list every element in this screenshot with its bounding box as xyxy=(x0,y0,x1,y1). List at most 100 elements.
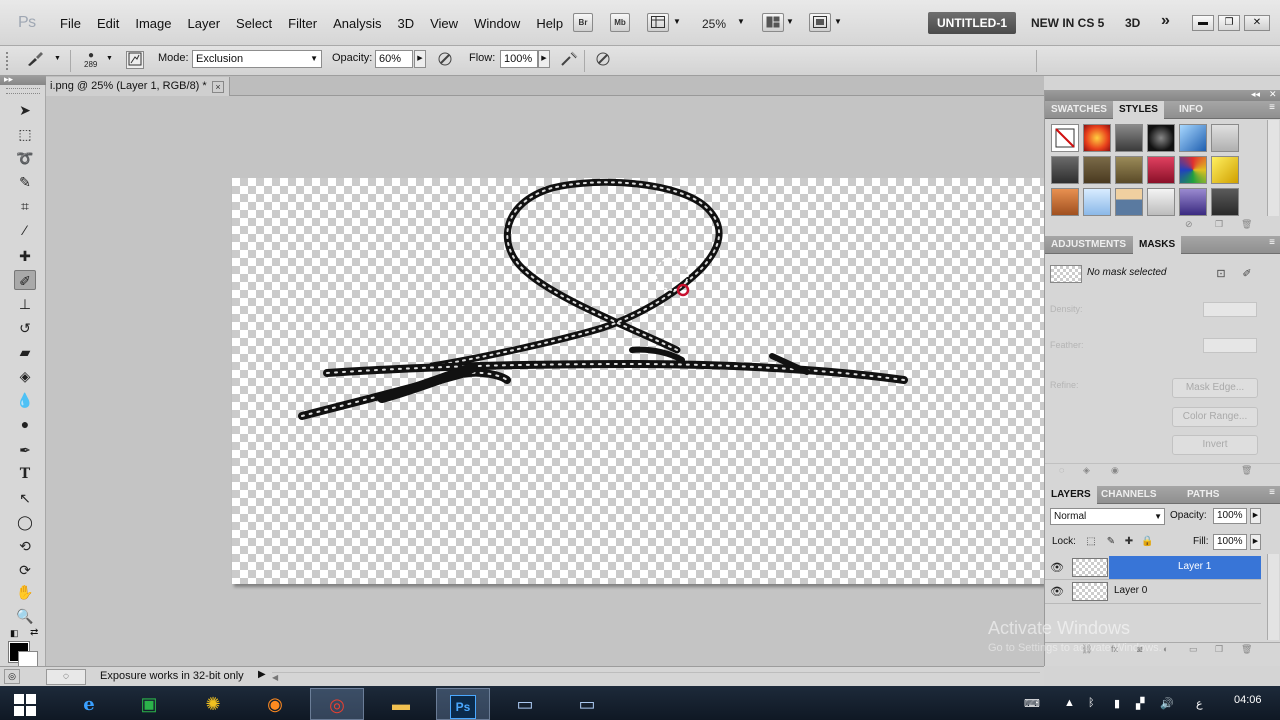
history-brush-tool-icon[interactable]: ↺ xyxy=(14,318,36,338)
workspace-3d[interactable]: 3D xyxy=(1116,12,1149,34)
marquee-tool-icon[interactable]: ⬚ xyxy=(14,124,36,144)
eye-icon[interactable]: 👁 xyxy=(1049,584,1065,600)
trash-icon[interactable]: 🗑 xyxy=(1241,644,1252,655)
airbrush-icon[interactable] xyxy=(560,51,578,69)
style-swatch[interactable] xyxy=(1147,188,1175,216)
style-swatch[interactable] xyxy=(1115,156,1143,184)
close-dock-icon[interactable]: ✕ xyxy=(1269,89,1277,100)
minimize-button[interactable]: ▬ xyxy=(1192,15,1214,31)
lock-position-icon[interactable]: ✚ xyxy=(1123,536,1135,548)
pen-tool-icon[interactable]: ✒ xyxy=(14,440,36,460)
tablet-pressure-size-icon[interactable] xyxy=(594,51,612,69)
new-layer-icon[interactable]: ❐ xyxy=(1215,644,1223,655)
lock-all-icon[interactable]: 🔒 xyxy=(1141,536,1153,548)
move-tool-icon[interactable]: ➤ xyxy=(14,100,36,120)
default-colors-icon[interactable]: ◧ xyxy=(10,628,19,639)
tray-chevron-icon[interactable]: ▲ xyxy=(1064,697,1075,709)
menu-window[interactable]: Window xyxy=(466,16,528,31)
style-swatch[interactable] xyxy=(1051,156,1079,184)
healing-brush-tool-icon[interactable]: ✚ xyxy=(14,246,36,266)
taskbar-app-3[interactable]: ▭ xyxy=(560,688,614,720)
ellipse-tool-icon[interactable]: ◯ xyxy=(14,512,36,532)
layer-row[interactable]: 👁 Layer 0 xyxy=(1045,580,1261,604)
style-swatch[interactable] xyxy=(1211,124,1239,152)
close-tab-icon[interactable]: × xyxy=(212,81,224,93)
clock[interactable]: 04:06 xyxy=(1234,694,1262,706)
adjustment-layer-icon[interactable]: ◐ xyxy=(1163,644,1168,654)
menu-edit[interactable]: Edit xyxy=(89,16,127,31)
lasso-tool-icon[interactable]: ➰ xyxy=(14,148,36,168)
lock-transparency-icon[interactable]: ⬚ xyxy=(1085,536,1097,548)
hand-tool-icon[interactable]: ✋ xyxy=(14,582,36,602)
eraser-tool-icon[interactable]: ▰ xyxy=(14,342,36,362)
style-swatch[interactable] xyxy=(1179,188,1207,216)
fill-field[interactable]: 100% xyxy=(1213,534,1247,550)
tablet-pressure-opacity-icon[interactable] xyxy=(436,51,454,69)
3d-orbit-tool-icon[interactable]: ⟳ xyxy=(14,560,36,580)
screen-mode-button[interactable] xyxy=(809,13,831,32)
volume-icon[interactable]: 🔊 xyxy=(1160,697,1174,710)
document-workspace[interactable] xyxy=(46,96,1044,666)
chevron-down-icon[interactable]: ▼ xyxy=(54,55,61,62)
maximize-button[interactable]: ❐ xyxy=(1218,15,1240,31)
paint-bucket-tool-icon[interactable]: ◈ xyxy=(14,366,36,386)
path-selection-tool-icon[interactable]: ↖ xyxy=(14,488,36,508)
battery-icon[interactable]: ▮ xyxy=(1114,697,1120,710)
style-swatch[interactable] xyxy=(1051,188,1079,216)
styles-scrollbar[interactable] xyxy=(1267,120,1279,216)
layer-row[interactable]: 👁 Layer 1 xyxy=(1045,556,1261,580)
view-extras-button[interactable] xyxy=(647,13,669,32)
swap-colors-icon[interactable]: ⇄ xyxy=(30,627,38,638)
clone-stamp-tool-icon[interactable]: ⊥ xyxy=(14,294,36,314)
taskbar-firefox[interactable]: ◉ xyxy=(248,688,302,720)
style-swatch[interactable] xyxy=(1179,124,1207,152)
mode-select[interactable]: Exclusion ▼ xyxy=(192,50,322,68)
flow-slider-button[interactable]: ▶ xyxy=(538,50,550,68)
tab-layers[interactable]: LAYERS xyxy=(1045,486,1097,504)
quick-selection-tool-icon[interactable]: ✎ xyxy=(14,172,36,192)
tab-paths[interactable]: PATHS xyxy=(1181,486,1225,504)
taskbar-app-2[interactable]: ▭ xyxy=(498,688,552,720)
load-selection-icon[interactable]: ◌ xyxy=(1059,465,1064,475)
layer-opacity-slider-button[interactable]: ▶ xyxy=(1250,508,1261,524)
workspace-untitled[interactable]: UNTITLED-1 xyxy=(928,12,1016,34)
style-swatch[interactable] xyxy=(1147,124,1175,152)
blend-mode-select[interactable]: Normal ▼ xyxy=(1050,508,1165,525)
tab-swatches[interactable]: SWATCHES xyxy=(1045,101,1113,119)
trash-icon[interactable]: 🗑 xyxy=(1241,219,1252,230)
close-button[interactable]: ✕ xyxy=(1244,15,1270,31)
new-group-icon[interactable]: ▭ xyxy=(1189,644,1198,655)
bridge-button[interactable]: Br xyxy=(573,13,593,32)
flow-field[interactable]: 100% xyxy=(500,50,538,68)
chevron-down-icon[interactable]: ▼ xyxy=(786,17,794,26)
trash-icon[interactable]: 🗑 xyxy=(1241,465,1252,476)
opacity-field[interactable]: 60% xyxy=(375,50,413,68)
start-button[interactable] xyxy=(14,694,36,716)
tab-info[interactable]: INFO xyxy=(1173,101,1209,119)
type-tool-icon[interactable]: T xyxy=(14,464,36,484)
style-swatch[interactable] xyxy=(1083,124,1111,152)
taskbar-photoshop[interactable]: Ps xyxy=(436,688,490,720)
menu-layer[interactable]: Layer xyxy=(180,16,229,31)
zoom-tool-icon[interactable]: 🔍 xyxy=(14,606,36,626)
style-swatch-none[interactable] xyxy=(1051,124,1079,152)
bluetooth-icon[interactable]: ᛒ xyxy=(1088,697,1095,709)
chevron-down-icon[interactable]: ▼ xyxy=(737,17,745,26)
eye-icon[interactable]: 👁 xyxy=(1049,560,1065,576)
new-style-icon[interactable]: ❐ xyxy=(1215,219,1223,230)
apply-mask-icon[interactable]: ◈ xyxy=(1083,465,1090,476)
lock-pixels-icon[interactable]: ✎ xyxy=(1105,536,1117,548)
mask-edge-button[interactable]: Mask Edge... xyxy=(1172,378,1258,398)
collapse-dock-icon[interactable]: ◂◂ xyxy=(1251,89,1260,100)
panel-grip[interactable] xyxy=(6,88,40,94)
menu-image[interactable]: Image xyxy=(127,16,179,31)
delete-style-icon[interactable]: ⊘ xyxy=(1185,219,1193,230)
3d-rotate-tool-icon[interactable]: ⟲ xyxy=(14,536,36,556)
tab-styles[interactable]: STYLES xyxy=(1113,101,1164,119)
taskbar-file-explorer[interactable]: ▬ xyxy=(374,688,428,720)
status-left-icon[interactable]: ◎ xyxy=(4,669,20,684)
style-swatch[interactable] xyxy=(1147,156,1175,184)
chevron-down-icon[interactable]: ▼ xyxy=(834,17,842,26)
arrange-documents-button[interactable] xyxy=(762,13,784,32)
collapse-icon[interactable]: ▸▸ xyxy=(4,74,13,85)
